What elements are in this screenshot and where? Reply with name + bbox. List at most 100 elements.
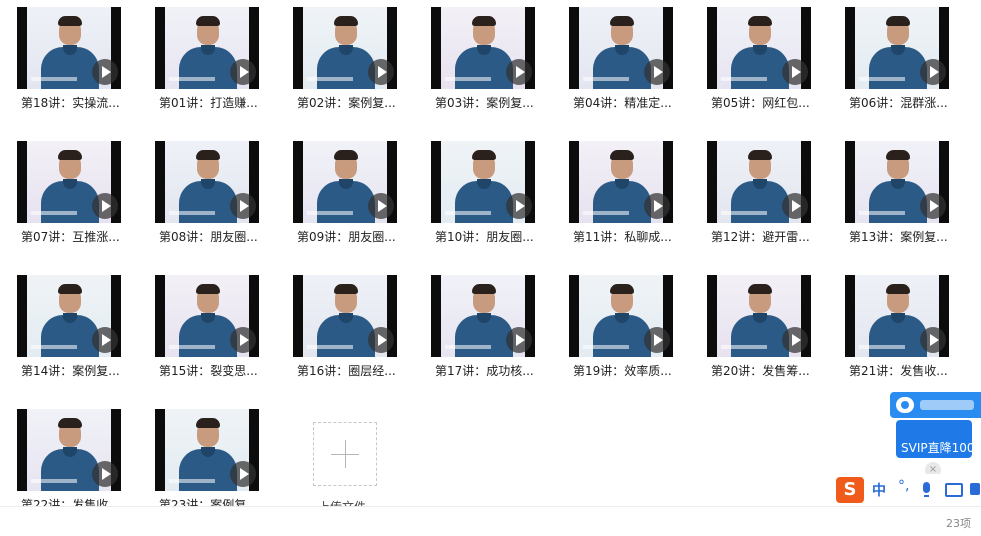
video-thumbnail [845, 7, 949, 89]
cloud-helper-widget[interactable] [890, 392, 981, 418]
thumbnail-caption [859, 345, 905, 349]
play-icon[interactable] [782, 327, 808, 353]
play-icon[interactable] [368, 59, 394, 85]
play-icon[interactable] [506, 327, 532, 353]
video-thumbnail [17, 7, 121, 89]
thumbnail-caption [169, 77, 215, 81]
video-file-item[interactable]: 第04讲：精准定... [569, 7, 673, 133]
play-icon[interactable] [920, 327, 946, 353]
item-count: 23项 [946, 517, 971, 530]
play-icon[interactable] [92, 327, 118, 353]
play-icon[interactable] [782, 193, 808, 219]
play-icon[interactable] [92, 59, 118, 85]
video-file-item[interactable]: 第07讲：互推涨... [17, 141, 121, 267]
video-file-item[interactable]: 第15讲：裂变思... [155, 275, 259, 401]
play-icon[interactable] [230, 461, 256, 487]
thumbnail-caption [445, 211, 491, 215]
video-thumbnail [845, 141, 949, 223]
video-file-name: 第17讲：成功核... [435, 364, 534, 378]
video-file-item[interactable]: 第10讲：朋友圈... [431, 141, 535, 267]
play-icon[interactable] [920, 193, 946, 219]
presenter-hair [196, 16, 220, 26]
letterbox-left [293, 275, 303, 357]
video-file-item[interactable]: 第08讲：朋友圈... [155, 141, 259, 267]
play-icon[interactable] [644, 327, 670, 353]
microphone-icon[interactable] [923, 482, 930, 497]
play-icon[interactable] [920, 59, 946, 85]
video-file-item[interactable]: 第11讲：私聊成... [569, 141, 673, 267]
video-file-item[interactable]: 第20讲：发售筹... [707, 275, 811, 401]
play-icon[interactable] [230, 59, 256, 85]
letterbox-left [569, 275, 579, 357]
letterbox-left [17, 275, 27, 357]
video-file-item[interactable]: 第09讲：朋友圈... [293, 141, 397, 267]
presenter-hair [472, 150, 496, 160]
play-icon[interactable] [644, 59, 670, 85]
ime-punctuation-toggle[interactable]: °, [898, 478, 909, 494]
play-icon[interactable] [368, 193, 394, 219]
thumbnail-caption [583, 345, 629, 349]
play-icon[interactable] [92, 193, 118, 219]
video-file-item[interactable]: 第16讲：圈层经... [293, 275, 397, 401]
video-file-item[interactable]: 第21讲：发售收... [845, 275, 949, 401]
presenter-hair [886, 284, 910, 294]
thumbnail-caption [31, 345, 77, 349]
presenter-hair [886, 16, 910, 26]
ime-language-toggle[interactable]: 中 [872, 480, 886, 500]
thumbnail-caption [859, 77, 905, 81]
video-file-item[interactable]: 第18讲：实操流... [17, 7, 121, 133]
video-file-item[interactable]: 第13讲：案例复... [845, 141, 949, 267]
keyboard-icon[interactable] [945, 483, 963, 497]
video-file-item[interactable]: 第19讲：效率质... [569, 275, 673, 401]
play-icon[interactable] [506, 193, 532, 219]
play-icon[interactable] [230, 193, 256, 219]
letterbox-left [155, 409, 165, 491]
letterbox-left [707, 141, 717, 223]
upload-file-button[interactable] [313, 422, 377, 486]
sogou-logo-icon[interactable]: S [836, 477, 864, 503]
thumbnail-caption [31, 479, 77, 483]
video-file-name: 第06讲：混群涨... [849, 96, 948, 110]
presenter-hair [58, 150, 82, 160]
presenter-hair [196, 150, 220, 160]
video-file-name: 第16讲：圈层经... [297, 364, 396, 378]
video-thumbnail [17, 141, 121, 223]
video-file-item[interactable]: 第02讲：案例复... [293, 7, 397, 133]
video-file-name: 第01讲：打造赚... [159, 96, 258, 110]
play-icon[interactable] [506, 59, 532, 85]
thumbnail-caption [307, 211, 353, 215]
video-file-item[interactable]: 第05讲：网红包... [707, 7, 811, 133]
play-icon[interactable] [230, 327, 256, 353]
video-file-item[interactable]: 第17讲：成功核... [431, 275, 535, 401]
svip-promo-button[interactable]: SVIP直降100 [896, 420, 975, 458]
letterbox-left [707, 275, 717, 357]
video-thumbnail [845, 275, 949, 357]
video-file-item[interactable]: 第03讲：案例复... [431, 7, 535, 133]
thumbnail-caption [445, 77, 491, 81]
presenter-hair [58, 418, 82, 428]
video-file-name: 第08讲：朋友圈... [159, 230, 258, 244]
letterbox-left [431, 275, 441, 357]
presenter-hair [196, 418, 220, 428]
video-thumbnail [293, 275, 397, 357]
video-file-name: 第07讲：互推涨... [21, 230, 120, 244]
letterbox-left [845, 275, 855, 357]
play-icon[interactable] [782, 59, 808, 85]
play-icon[interactable] [92, 461, 118, 487]
presenter-hair [472, 16, 496, 26]
video-thumbnail [707, 141, 811, 223]
play-icon[interactable] [368, 327, 394, 353]
video-file-item[interactable]: 第12讲：避开雷... [707, 141, 811, 267]
thumbnail-caption [583, 211, 629, 215]
helper-blurred-text [920, 400, 974, 410]
play-icon[interactable] [644, 193, 670, 219]
video-file-name: 第03讲：案例复... [435, 96, 534, 110]
video-file-item[interactable]: 第06讲：混群涨... [845, 7, 949, 133]
video-file-name: 第13讲：案例复... [849, 230, 948, 244]
skin-icon[interactable] [970, 483, 980, 495]
video-file-name: 第19讲：效率质... [573, 364, 672, 378]
video-file-item[interactable]: 第01讲：打造赚... [155, 7, 259, 133]
letterbox-left [845, 141, 855, 223]
video-file-item[interactable]: 第14讲：案例复... [17, 275, 121, 401]
thumbnail-caption [31, 211, 77, 215]
